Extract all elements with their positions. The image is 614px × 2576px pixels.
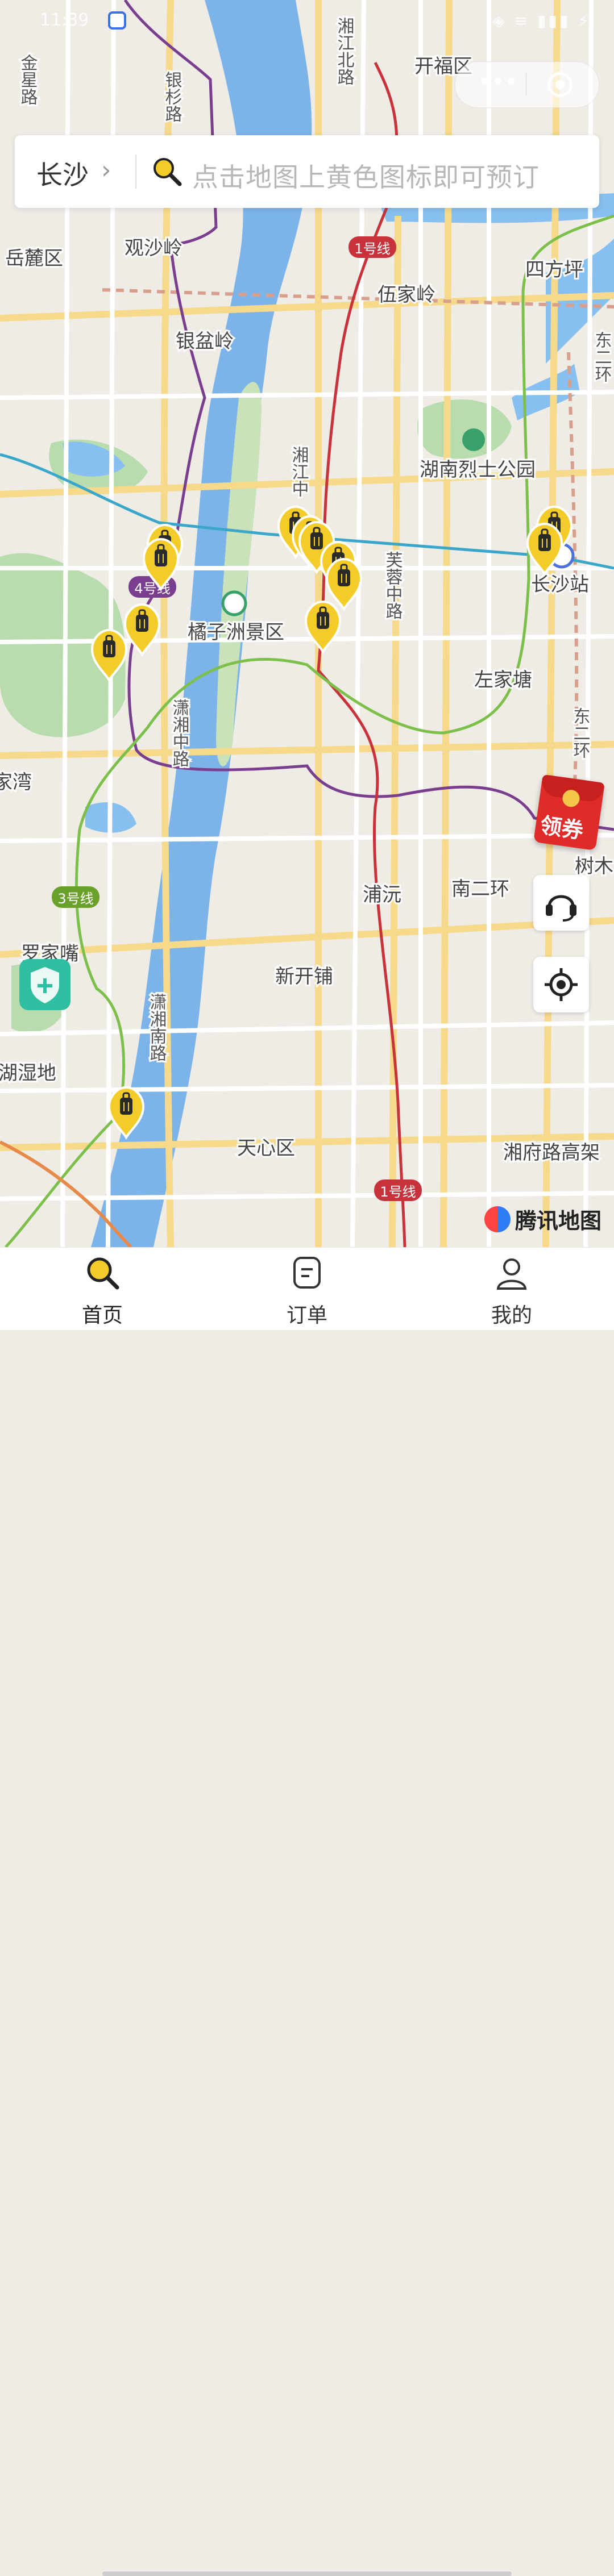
park-icon[interactable] — [462, 428, 485, 451]
coupon-red-packet-button[interactable]: 领券 — [533, 774, 605, 851]
map-place-label: 银盆岭 — [176, 330, 234, 353]
close-miniprogram-icon[interactable] — [547, 72, 572, 97]
bottom-tab-bar: 首页 订单 我的 — [0, 1247, 614, 2576]
search-bar[interactable]: 长沙 › 点击地图上黄色图标即可预订 — [15, 135, 599, 208]
home-search-icon — [87, 1257, 119, 1290]
profile-icon — [496, 1258, 527, 1290]
search-icon — [154, 158, 182, 186]
metro-line-badge-label: 1号线 — [354, 241, 390, 257]
status-time: 11:39 — [40, 10, 89, 30]
map-road-label: 湘江中 — [289, 446, 309, 497]
scenic-spot-icon[interactable] — [221, 590, 247, 616]
tab-profile-label: 我的 — [491, 1304, 532, 1327]
orders-icon — [293, 1257, 321, 1289]
search-placeholder[interactable]: 点击地图上黄色图标即可预订 — [192, 157, 540, 194]
map-road-label: 潇湘南路 — [147, 993, 167, 1061]
map-place-label: 新开铺 — [275, 965, 333, 988]
locate-me-button[interactable] — [533, 957, 589, 1012]
map-place-label: 左家塘 — [474, 669, 532, 691]
map-place-label: 天心区 — [237, 1137, 295, 1160]
more-menu-icon[interactable]: ••• — [472, 71, 524, 98]
map-road-label: 潇湘中路 — [169, 699, 189, 767]
map-place-label: 湘府路高架 — [503, 1141, 600, 1164]
status-icons: ◈ ≡ ▮▮▮ ⚡ — [492, 11, 591, 30]
map-road-label: 东二环 — [592, 331, 612, 382]
map-road-label: 金星路 — [18, 54, 38, 105]
home-indicator — [102, 2571, 512, 2576]
map-road-label: 芙蓉中路 — [383, 551, 403, 619]
tab-profile[interactable]: 我的 — [455, 1248, 569, 1330]
map-road-label: 东二环 — [570, 707, 590, 758]
city-selector[interactable]: 长沙 — [36, 155, 89, 192]
map-place-label: 浦沅 — [363, 883, 401, 906]
metro-line-badge-label: 3号线 — [57, 891, 93, 907]
metro-line-badge: 1号线 — [349, 236, 396, 258]
coupon-label: 领券 — [538, 812, 585, 844]
search-divider — [135, 155, 136, 189]
map-place-label: 南二环 — [451, 878, 509, 901]
metro-line-badge: 3号线 — [52, 886, 99, 908]
customer-service-button[interactable] — [533, 875, 589, 931]
map-provider-logo: 腾讯地图 — [484, 1203, 601, 1235]
tab-orders[interactable]: 订单 — [250, 1248, 364, 1330]
tencent-map-logo-icon — [484, 1206, 511, 1232]
map-place-label: 湖南烈士公园 — [420, 458, 536, 481]
map-place-label: 长沙站 — [531, 573, 589, 596]
locate-icon — [545, 968, 578, 1001]
map-place-label: 湖湿地 — [0, 1062, 56, 1085]
tab-home[interactable]: 首页 — [45, 1248, 159, 1330]
map-place-label: 橘子洲景区 — [188, 621, 284, 644]
brand-name: 腾讯地图 — [515, 1208, 602, 1233]
shield-plus-icon — [31, 967, 59, 1003]
tab-home-label: 首页 — [81, 1304, 123, 1327]
map-road-label: 银杉路 — [162, 71, 182, 122]
chevron-right-icon[interactable]: › — [101, 156, 111, 185]
metro-line-badge: 1号线 — [374, 1179, 422, 1201]
metro-line-badge-label: 1号线 — [380, 1184, 416, 1200]
map-place-label: 伍家岭 — [377, 284, 435, 306]
map-place-label: 岳麓区 — [5, 247, 63, 270]
map-place-label: 观沙岭 — [125, 237, 182, 260]
map-place-label: 四方坪 — [525, 259, 583, 281]
headset-icon — [546, 895, 576, 922]
miniprogram-capsule: ••• — [455, 61, 599, 108]
map-place-label: 树木 — [575, 855, 613, 878]
safety-shield-button[interactable] — [19, 959, 70, 1010]
status-bar: 11:39 ◈ ≡ ▮▮▮ ⚡ — [0, 10, 614, 39]
map-place-label: 家湾 — [0, 771, 32, 794]
tab-orders-label: 订单 — [286, 1304, 327, 1327]
app-notification-icon — [108, 11, 126, 30]
